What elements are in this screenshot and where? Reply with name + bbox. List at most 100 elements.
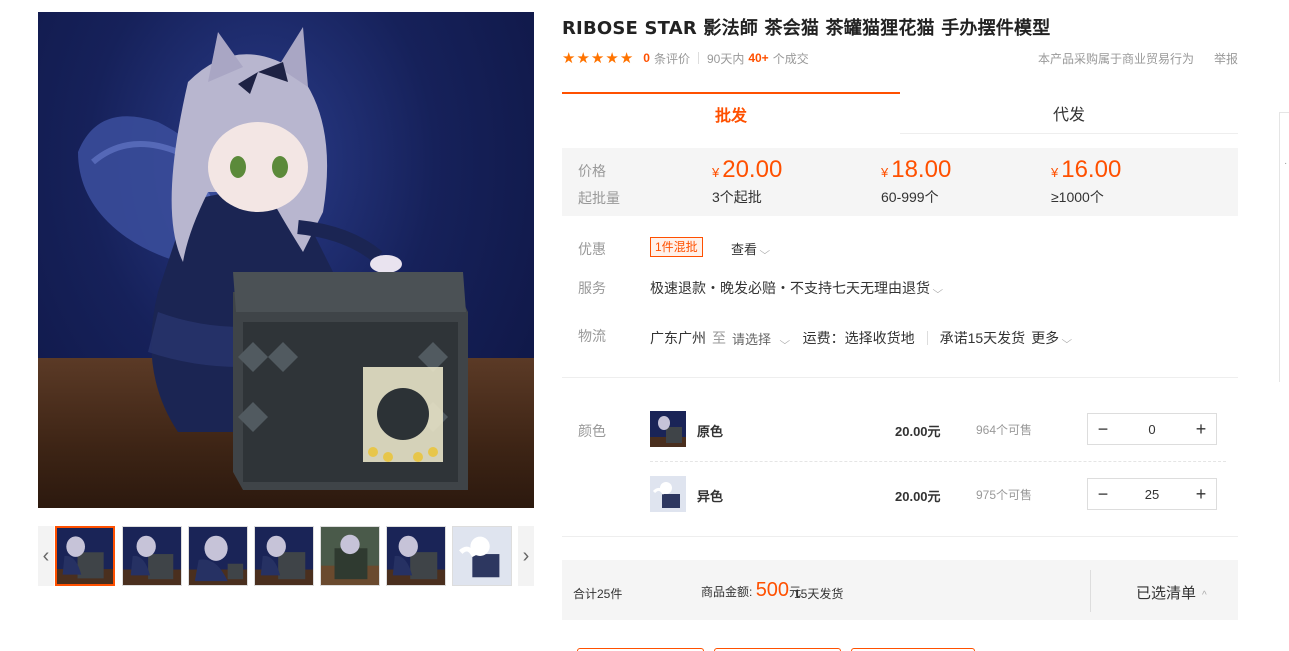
trade-note: 本产品采购属于商业贸易行为 [1037,51,1194,66]
tab-wholesale[interactable]: 批发 [562,92,900,134]
order-summary: 合计25件 商品金额: 500元 15天发货 已选清单 ^ [562,560,1238,620]
section-divider [562,536,1238,537]
price-label: 价格 [578,163,606,179]
sku-row: 原色 20.00元 964个可售 − + [650,411,1226,461]
divider [1090,570,1091,612]
sku-price: 20.00元 [895,489,941,504]
color-label: 颜色 [578,423,606,439]
floating-sidebar-edge[interactable]: · [1279,112,1289,382]
moq-label: 起批量 [578,190,620,206]
chevron-up-icon: ^ [1202,590,1207,601]
total-quantity: 合计25件 [573,587,623,601]
tier-price: 16.00 [1061,156,1122,183]
tier-price: 20.00 [722,156,783,183]
chevron-down-icon: ⌵ [932,285,944,296]
thumbnail-5[interactable] [320,526,380,586]
thumbnail-strip: ‹ › [38,526,534,586]
sku-name: 原色 [697,424,724,439]
destination-select[interactable]: 请选择 ⌵ [732,329,791,348]
ship-time: 15天发货 [794,587,844,601]
selected-list-label: 已选清单 [1136,585,1197,602]
quantity-stepper: − + [1087,478,1217,510]
purchase-mode-tabs: 批发 代发 [562,92,1238,134]
amount-block: 商品金额: 500元 [701,579,801,602]
sku-price: 20.00元 [895,424,941,439]
product-title: RIBOSE STAR 影法師 茶会猫 茶罐猫狸花猫 手办摆件模型 [562,18,1051,39]
service-label: 服务 [578,280,606,296]
price-panel: 价格 起批量 ¥20.00 3个起批 ¥18.00 60-999个 ¥16.00… [562,148,1238,216]
star-icon: ★ [576,49,590,67]
service-text: 极速退款・晚发必赔・不支持七天无理由退货 [650,280,930,296]
chevron-right-icon[interactable]: › [518,526,534,586]
sales-period: 90天内 [706,51,745,66]
chevron-left-icon[interactable]: ‹ [38,526,54,586]
sku-divider [650,461,1226,462]
tier-price: 18.00 [891,156,952,183]
ship-to-label: 至 [712,330,726,346]
sales-label: 个成交 [772,51,809,66]
amount-label: 商品金额: [701,585,753,599]
price-tier-1: ¥20.00 3个起批 [712,156,782,207]
logistics-label: 物流 [578,328,606,344]
ship-from: 广东广州 [650,330,706,346]
logistics-row: 广东广州 至 请选择 ⌵ 运费：选择收货地 承诺15天发货 更多 ⌵ [650,328,1073,348]
shipping-fee: 运费：选择收货地 [802,330,915,346]
tier-qty: ≥1000个 [1051,189,1104,205]
more-logistics-link[interactable]: 更多 ⌵ [1031,328,1073,348]
thumbnail-1[interactable] [55,526,115,586]
quantity-stepper: − + [1087,413,1217,445]
main-product-image[interactable] [38,12,534,508]
currency-symbol: ¥ [1051,165,1059,180]
minus-icon[interactable]: − [1088,414,1118,444]
sku-name: 异色 [697,489,724,504]
selected-list-button[interactable]: 已选清单 ^ [1136,582,1207,603]
divider [697,52,699,64]
price-tier-3: ¥16.00 ≥1000个 [1051,156,1121,207]
plus-icon[interactable]: + [1186,479,1216,509]
sales-count: 40+ [748,51,769,65]
review-count[interactable]: 0 [643,51,650,65]
thumbnail-2[interactable] [122,526,182,586]
ship-promise: 承诺15天发货 [939,330,1026,346]
thumbnail-6[interactable] [386,526,446,586]
star-icon: ★ [562,49,576,67]
sku-row: 异色 20.00元 975个可售 − + [650,476,1226,526]
sku-thumbnail[interactable] [650,476,686,512]
minus-icon[interactable]: − [1088,479,1118,509]
amount-value: 500 [755,579,790,601]
destination-select-label: 请选择 [732,331,772,347]
sku-thumbnail[interactable] [650,411,686,447]
thumbnail-4[interactable] [254,526,314,586]
rating-row: ★ ★ ★ ★ ★ 0 条评价 90天内 40+ 个成交 本产品采购属于商业贸易… [562,49,1238,67]
tab-dropship[interactable]: 代发 [900,92,1238,134]
divider [926,331,928,345]
tier-qty: 3个起批 [712,189,762,205]
chevron-down-icon: ⌵ [1061,335,1073,346]
thumbnail-7[interactable] [452,526,512,586]
chevron-down-icon: ⌵ [779,335,791,347]
star-icon: ★ [590,49,605,67]
more-logistics-label: 更多 [1031,330,1060,346]
plus-icon[interactable]: + [1186,414,1216,444]
section-divider [562,377,1238,378]
tier-qty: 60-999个 [881,189,939,205]
promo-view-link[interactable]: 查看 ⌵ [731,239,771,258]
currency-symbol: ¥ [881,165,889,180]
quantity-input[interactable] [1118,479,1186,509]
star-icon: ★ [605,49,619,67]
thumbnail-3[interactable] [188,526,248,586]
report-link[interactable]: 举报 [1214,50,1238,67]
review-label[interactable]: 条评价 [654,50,690,67]
price-tier-2: ¥18.00 60-999个 [881,156,951,207]
service-dropdown[interactable]: 极速退款・晚发必赔・不支持七天无理由退货 ⌵ [650,278,944,298]
quantity-input[interactable] [1118,414,1186,444]
promo-view-label: 查看 [731,242,758,257]
currency-symbol: ¥ [712,165,720,180]
chevron-down-icon: ⌵ [759,246,771,257]
promo-tag: 1件混批 [650,237,703,257]
promo-label: 优惠 [578,241,606,257]
sidebar-dot-icon: · [1284,158,1288,169]
sku-stock: 964个可售 [976,423,1033,437]
sku-stock: 975个可售 [976,488,1033,502]
star-icon: ★ [619,49,634,67]
